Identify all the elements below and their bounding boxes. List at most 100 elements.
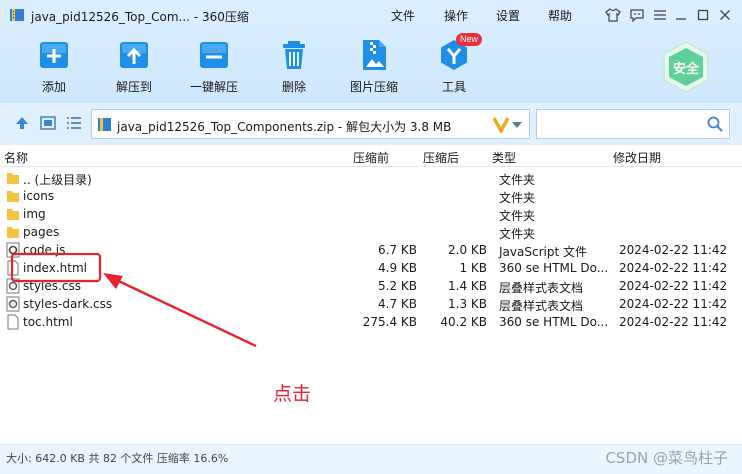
- chat-icon: [630, 9, 644, 22]
- add-button[interactable]: 添加: [22, 38, 86, 98]
- file-name: index.html: [23, 261, 87, 275]
- delete-button[interactable]: 删除: [262, 38, 326, 98]
- security-label: 安全: [672, 62, 699, 77]
- file-date: 2024-02-22 11:42: [619, 243, 728, 257]
- stylesheet-file-icon: [6, 278, 20, 294]
- watermark-text: CSDN @菜鸟柱子: [605, 449, 728, 467]
- file-name: toc.html: [23, 315, 73, 329]
- file-size-after: 1.3 KB: [448, 297, 487, 311]
- file-type: 文件夹: [499, 209, 536, 223]
- file-date: 2024-02-22 11:42: [619, 315, 728, 329]
- column-type[interactable]: 类型: [492, 149, 516, 166]
- menu-operation[interactable]: 操作: [444, 7, 468, 24]
- file-name: img: [23, 207, 46, 221]
- file-name: icons: [23, 189, 55, 203]
- window-title: java_pid12526_Top_Com... - 360压缩: [31, 10, 249, 24]
- document-icon: [7, 260, 19, 276]
- file-type: 360 se HTML Do...: [499, 315, 609, 329]
- file-size-before: 4.7 KB: [378, 297, 417, 311]
- file-row-styles-css[interactable]: styles.css 5.2 KB 1.4 KB 层叠样式表文档 2024-02…: [0, 277, 742, 295]
- file-type: 360 se HTML Do...: [499, 261, 609, 275]
- file-type: 层叠样式表文档: [499, 299, 584, 313]
- file-type: 文件夹: [499, 173, 536, 187]
- file-row-parent[interactable]: .. (上级目录) 文件夹: [0, 169, 742, 187]
- status-bar: 大小: 642.0 KB 共 82 个文件 压缩率 16.6% CSDN @菜鸟…: [0, 444, 742, 474]
- file-row-icons[interactable]: icons 文件夹: [0, 187, 742, 205]
- menu-button[interactable]: [651, 6, 669, 24]
- folder-icon: [7, 173, 19, 184]
- file-type: 文件夹: [499, 227, 536, 241]
- extract-to-icon: [120, 42, 148, 68]
- file-name: styles.css: [23, 279, 81, 293]
- tools-button[interactable]: 工具: [422, 38, 486, 98]
- file-row-code-js[interactable]: code.js 6.7 KB 2.0 KB JavaScript 文件 2024…: [0, 241, 742, 259]
- new-badge: New: [456, 33, 483, 46]
- maximize-button[interactable]: [694, 6, 712, 24]
- list-view-icon[interactable]: [66, 115, 82, 131]
- hamburger-icon: [654, 10, 666, 20]
- file-size-after: 2.0 KB: [448, 243, 487, 257]
- skin-button[interactable]: [604, 6, 622, 24]
- file-row-index-html[interactable]: index.html 4.9 KB 1 KB 360 se HTML Do...…: [0, 259, 742, 277]
- file-type: JavaScript 文件: [499, 245, 587, 259]
- up-arrow-icon[interactable]: [14, 115, 30, 131]
- shirt-icon: [605, 8, 621, 22]
- file-size-after: 40.2 KB: [440, 315, 487, 329]
- folder-icon: [7, 191, 19, 202]
- extract-to-button[interactable]: 解压到: [102, 38, 166, 98]
- menu-help[interactable]: 帮助: [548, 7, 572, 24]
- file-list-header: 名称 压缩前 压缩后 类型 修改日期: [0, 145, 742, 167]
- trash-icon: [283, 41, 305, 69]
- stylesheet-file-icon: [6, 296, 20, 312]
- chevron-down-icon[interactable]: [511, 121, 523, 129]
- file-date: 2024-02-22 11:42: [619, 261, 728, 275]
- one-click-extract-button[interactable]: 一键解压: [182, 38, 246, 98]
- delete-label: 删除: [281, 80, 306, 94]
- menu-file[interactable]: 文件: [391, 7, 415, 24]
- file-type: 文件夹: [499, 191, 536, 205]
- file-size-before: 6.7 KB: [378, 243, 417, 257]
- folder-icon: [7, 209, 19, 220]
- title-bar: java_pid12526_Top_Com... - 360压缩 文件 操作 设…: [0, 0, 742, 30]
- folder-icon: [7, 227, 19, 238]
- file-row-styles-dark-css[interactable]: styles-dark.css 4.7 KB 1.3 KB 层叠样式表文档 20…: [0, 295, 742, 313]
- security-status-badge[interactable]: 安全: [659, 40, 713, 94]
- file-row-toc-html[interactable]: toc.html 275.4 KB 40.2 KB 360 se HTML Do…: [0, 313, 742, 331]
- v-logo-icon[interactable]: [493, 115, 509, 133]
- file-size-after: 1 KB: [459, 261, 487, 275]
- feedback-button[interactable]: [628, 6, 646, 24]
- add-archive-icon: [40, 42, 68, 68]
- file-name: .. (上级目录): [23, 173, 92, 187]
- extract-to-label: 解压到: [115, 80, 152, 94]
- close-button[interactable]: [716, 6, 734, 24]
- view-mode-icon[interactable]: [40, 115, 56, 131]
- one-click-extract-label: 一键解压: [189, 80, 238, 94]
- address-path-text: java_pid12526_Top_Components.zip - 解包大小为…: [117, 120, 452, 134]
- click-annotation-label: 点击: [273, 383, 312, 405]
- search-input[interactable]: [536, 109, 730, 139]
- archive-app-icon: [10, 9, 24, 21]
- zip-file-icon: [98, 118, 111, 131]
- column-compressed-after[interactable]: 压缩后: [423, 149, 459, 166]
- document-icon: [7, 314, 19, 330]
- gear-file-icon: [6, 242, 20, 258]
- add-label: 添加: [41, 80, 66, 94]
- minimize-icon: [676, 18, 686, 20]
- minimize-button[interactable]: [672, 6, 690, 24]
- file-date: 2024-02-22 11:42: [619, 279, 728, 293]
- file-size-before: 5.2 KB: [378, 279, 417, 293]
- address-path-field[interactable]: java_pid12526_Top_Components.zip - 解包大小为…: [91, 109, 530, 139]
- image-compress-icon: [363, 40, 386, 70]
- search-icon[interactable]: [707, 116, 723, 132]
- menu-settings[interactable]: 设置: [496, 7, 520, 24]
- column-modified-date[interactable]: 修改日期: [613, 149, 661, 166]
- image-compress-button[interactable]: 图片压缩: [342, 38, 406, 98]
- file-row-pages[interactable]: pages 文件夹: [0, 223, 742, 241]
- file-size-after: 1.4 KB: [448, 279, 487, 293]
- column-compressed-before[interactable]: 压缩前: [353, 149, 389, 166]
- tools-label: 工具: [441, 80, 466, 94]
- file-size-before: 275.4 KB: [362, 315, 417, 329]
- file-row-img[interactable]: img 文件夹: [0, 205, 742, 223]
- file-size-before: 4.9 KB: [378, 261, 417, 275]
- column-name[interactable]: 名称: [4, 149, 28, 166]
